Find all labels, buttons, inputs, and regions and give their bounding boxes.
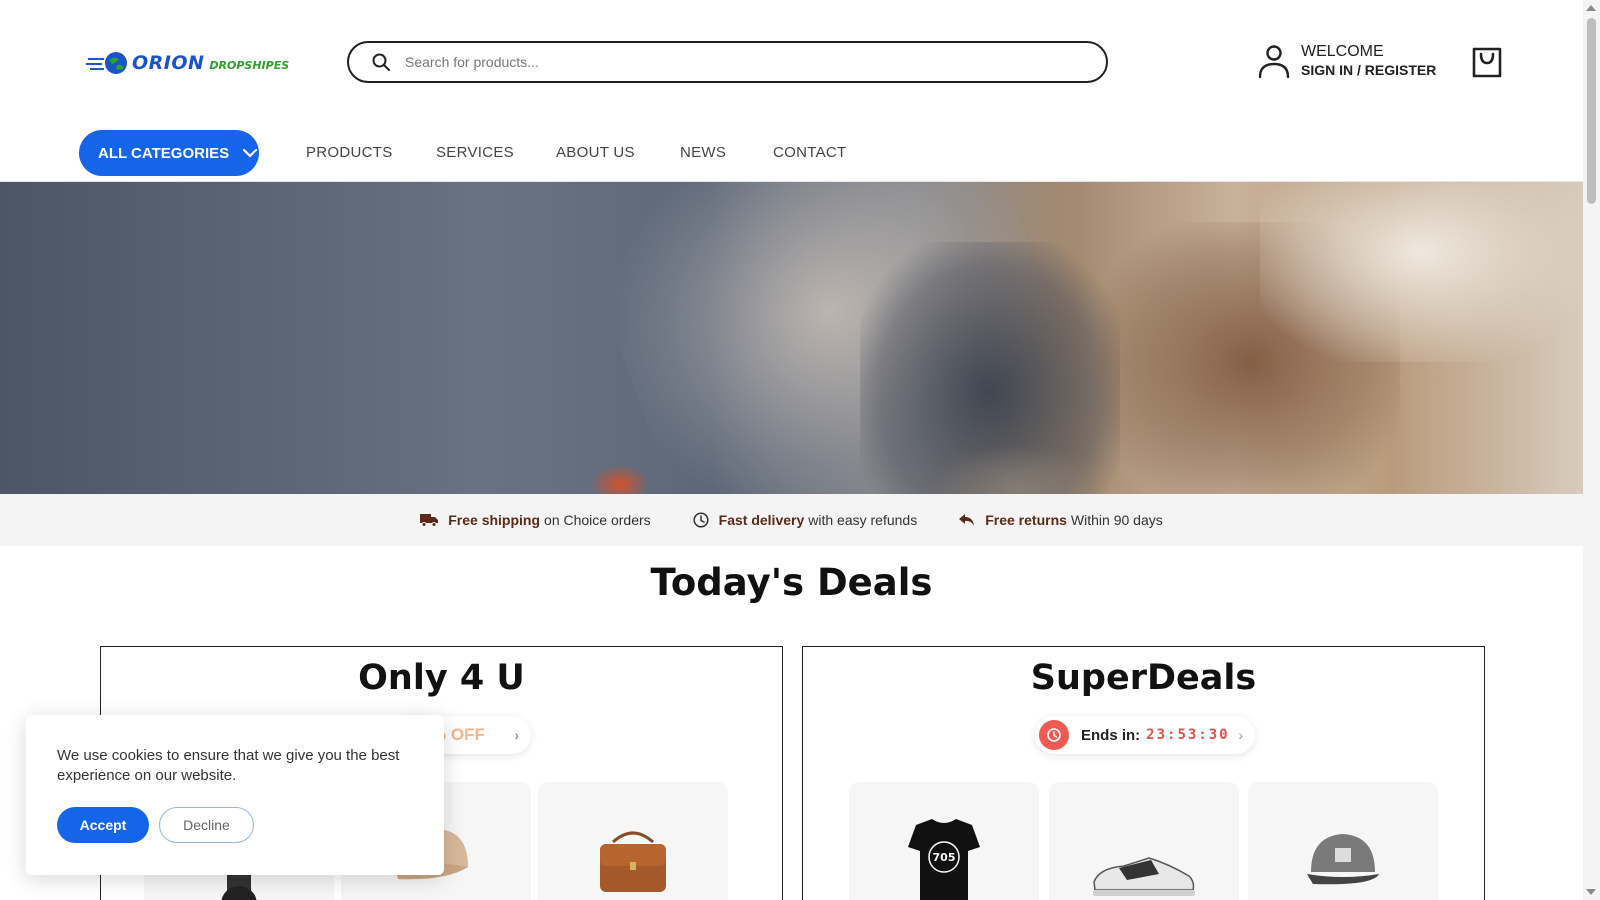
search-icon[interactable] xyxy=(361,43,401,81)
perk-text: on Choice orders xyxy=(544,512,651,528)
product-card-sneaker[interactable] xyxy=(1049,782,1239,900)
logo-subtext: DROPSHIPES xyxy=(209,58,290,72)
handbag-image xyxy=(600,831,666,892)
search-input[interactable] xyxy=(405,44,1106,80)
perk-free-returns: Free returns Within 90 days xyxy=(959,512,1163,528)
nav-services[interactable]: SERVICES xyxy=(436,144,514,161)
watch-image xyxy=(221,874,257,900)
chevron-right-icon: › xyxy=(1238,727,1243,743)
vertical-scrollbar[interactable] xyxy=(1583,0,1600,900)
deal-card-title: SuperDeals xyxy=(1030,658,1257,698)
shopping-bag-icon[interactable] xyxy=(1470,43,1504,79)
perk-bold: Free shipping xyxy=(448,512,541,528)
logo-text: ORION xyxy=(132,52,205,74)
perk-fast-delivery: Fast delivery with easy refunds xyxy=(693,512,918,528)
logo-globe-icon xyxy=(86,50,130,76)
svg-text:705: 705 xyxy=(933,851,956,864)
return-arrow-icon xyxy=(959,514,975,526)
all-categories-label: ALL CATEGORIES xyxy=(98,144,230,162)
perks-bar: Free shipping on Choice orders Fast deli… xyxy=(0,494,1583,546)
deal-card-superdeals[interactable]: SuperDeals Ends in: 23:53:30 › 705 xyxy=(802,646,1485,900)
chevron-down-icon xyxy=(243,148,258,158)
timer-clock-icon xyxy=(1039,720,1069,750)
perk-bold: Free returns xyxy=(985,512,1067,528)
deal-card-title: Only 4 U xyxy=(358,658,525,698)
perk-free-shipping: Free shipping on Choice orders xyxy=(420,512,651,528)
nav-products[interactable]: PRODUCTS xyxy=(306,144,393,161)
cap-gray-image xyxy=(1307,834,1379,885)
truck-icon xyxy=(420,514,439,527)
product-card-cap-gray[interactable] xyxy=(1248,782,1438,900)
nav-contact[interactable]: CONTACT xyxy=(773,144,846,161)
nav-about-us[interactable]: ABOUT US xyxy=(556,144,635,161)
perk-text: with easy refunds xyxy=(808,512,918,528)
hero-banner-image[interactable] xyxy=(0,182,1583,494)
signin-register-link[interactable]: SIGN IN / REGISTER xyxy=(1301,61,1436,80)
all-categories-button[interactable]: ALL CATEGORIES xyxy=(79,130,259,176)
countdown-value: 23:53:30 xyxy=(1146,727,1230,743)
product-card-tshirt[interactable]: 705 xyxy=(849,782,1039,900)
tshirt-image: 705 xyxy=(908,819,980,900)
decline-cookies-button[interactable]: Decline xyxy=(159,807,254,843)
cookie-message: We use cookies to ensure that we give yo… xyxy=(57,747,400,784)
site-logo[interactable]: ORION DROPSHIPES xyxy=(86,48,296,78)
perk-text: Within 90 days xyxy=(1070,512,1163,528)
chevron-right-icon: › xyxy=(514,727,519,743)
clock-icon xyxy=(693,512,709,528)
search-bar xyxy=(347,41,1108,83)
scrollbar-thumb[interactable] xyxy=(1587,18,1596,204)
countdown-timer[interactable]: Ends in: 23:53:30 › xyxy=(1035,716,1255,754)
nav-news[interactable]: NEWS xyxy=(680,144,726,161)
welcome-text: WELCOME xyxy=(1301,43,1384,60)
sneaker-image xyxy=(1093,857,1195,896)
account-link[interactable]: WELCOME SIGN IN / REGISTER xyxy=(1257,42,1436,80)
accept-cookies-button[interactable]: Accept xyxy=(57,807,149,843)
main-nav: ALL CATEGORIES PRODUCTS SERVICES ABOUT U… xyxy=(0,125,1583,182)
ends-in-label: Ends in: xyxy=(1081,726,1141,744)
user-icon xyxy=(1258,45,1290,79)
site-header: ORION DROPSHIPES WELCOME SIGN IN / REGIS… xyxy=(0,0,1583,125)
scroll-down-arrow-icon[interactable] xyxy=(1586,889,1596,895)
scroll-up-arrow-icon[interactable] xyxy=(1586,5,1596,11)
todays-deals-heading: Today's Deals xyxy=(650,561,933,604)
perk-bold: Fast delivery xyxy=(718,512,805,528)
product-card-handbag[interactable] xyxy=(538,782,728,900)
cookie-consent-banner: We use cookies to ensure that we give yo… xyxy=(26,715,444,875)
